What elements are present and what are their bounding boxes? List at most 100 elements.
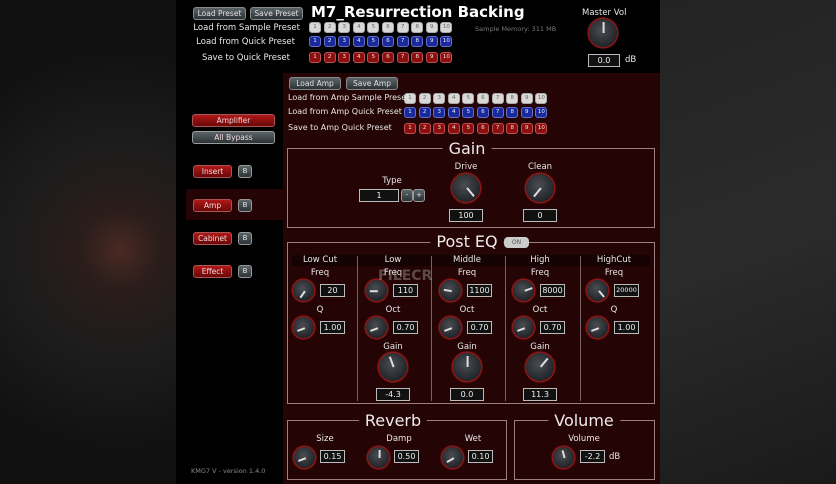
- amp-save-quick-preset-button-2[interactable]: 2: [418, 123, 431, 134]
- sidebar-item-cabinet[interactable]: Cabinet: [193, 232, 232, 245]
- middle-freq-value[interactable]: 1100: [467, 284, 492, 297]
- low-freq-value[interactable]: 110: [393, 284, 418, 297]
- quick-preset-button-2[interactable]: 2: [323, 36, 336, 47]
- high-gain-value[interactable]: 11.3: [523, 388, 557, 401]
- middle-gain-knob[interactable]: [453, 353, 481, 381]
- load-amp-button[interactable]: Load Amp: [289, 77, 341, 90]
- save-quick-preset-button-4[interactable]: 4: [352, 52, 365, 63]
- amp-save-quick-preset-button-7[interactable]: 7: [491, 123, 504, 134]
- amp-sample-preset-button-2[interactable]: 2: [418, 93, 431, 104]
- wet-value[interactable]: 0.10: [468, 450, 493, 463]
- save-quick-preset-button-10[interactable]: 10: [440, 52, 453, 63]
- amp-quick-preset-button-7[interactable]: 7: [491, 107, 504, 118]
- clean-knob[interactable]: [526, 174, 554, 202]
- amp-save-quick-preset-button-4[interactable]: 4: [447, 123, 460, 134]
- sample-preset-button-6[interactable]: 6: [382, 22, 394, 33]
- amp-quick-preset-button-1[interactable]: 1: [404, 107, 416, 118]
- sample-preset-button-3[interactable]: 3: [338, 22, 351, 33]
- amp-save-quick-preset-button-8[interactable]: 8: [506, 123, 519, 134]
- post-eq-toggle[interactable]: ON: [504, 237, 529, 248]
- amp-quick-preset-button-9[interactable]: 9: [520, 107, 533, 118]
- quick-preset-button-10[interactable]: 10: [440, 36, 453, 47]
- save-quick-preset-button-3[interactable]: 3: [338, 52, 351, 63]
- middle-q-knob[interactable]: [440, 317, 461, 338]
- save-quick-preset-button-9[interactable]: 9: [425, 52, 438, 63]
- volume-value[interactable]: -2.2: [580, 450, 605, 463]
- all-bypass-button[interactable]: All Bypass: [192, 131, 275, 144]
- amp-quick-preset-button-5[interactable]: 5: [462, 107, 475, 118]
- sidebar-item-insert[interactable]: Insert: [193, 165, 232, 178]
- middle-freq-knob[interactable]: [440, 280, 461, 301]
- amp-sample-preset-button-4[interactable]: 4: [447, 93, 460, 104]
- sidebar-item-amp[interactable]: Amp: [193, 199, 232, 212]
- damp-value[interactable]: 0.50: [394, 450, 419, 463]
- quick-preset-button-1[interactable]: 1: [309, 36, 321, 47]
- sample-preset-button-10[interactable]: 10: [440, 22, 453, 33]
- low-cut-q-value[interactable]: 1.00: [320, 321, 345, 334]
- sample-preset-button-8[interactable]: 8: [411, 22, 424, 33]
- save-quick-preset-button-1[interactable]: 1: [309, 52, 321, 63]
- sample-preset-button-7[interactable]: 7: [396, 22, 409, 33]
- highcut-q-knob[interactable]: [587, 317, 608, 338]
- load-preset-button[interactable]: Load Preset: [193, 7, 246, 20]
- size-value[interactable]: 0.15: [320, 450, 345, 463]
- quick-preset-button-4[interactable]: 4: [352, 36, 365, 47]
- amp-save-quick-preset-button-6[interactable]: 6: [477, 123, 489, 134]
- save-amp-button[interactable]: Save Amp: [346, 77, 398, 90]
- amp-sample-preset-button-5[interactable]: 5: [462, 93, 475, 104]
- amplifier-button[interactable]: Amplifier: [192, 114, 275, 127]
- quick-preset-button-9[interactable]: 9: [425, 36, 438, 47]
- sample-preset-button-1[interactable]: 1: [309, 22, 321, 33]
- amp-sample-preset-button-8[interactable]: 8: [506, 93, 519, 104]
- type-decrement-button[interactable]: -: [401, 189, 413, 202]
- master-vol-knob[interactable]: [589, 19, 617, 47]
- high-freq-knob[interactable]: [513, 280, 534, 301]
- high-gain-knob[interactable]: [526, 353, 554, 381]
- amp-quick-preset-button-6[interactable]: 6: [477, 107, 489, 118]
- amp-save-quick-preset-button-3[interactable]: 3: [433, 123, 446, 134]
- middle-gain-value[interactable]: 0.0: [450, 388, 484, 401]
- amp-bypass-button[interactable]: B: [238, 199, 252, 212]
- type-increment-button[interactable]: +: [413, 189, 425, 202]
- amp-sample-preset-button-3[interactable]: 3: [433, 93, 446, 104]
- amp-sample-preset-button-7[interactable]: 7: [491, 93, 504, 104]
- clean-value[interactable]: 0: [523, 209, 557, 222]
- amp-save-quick-preset-button-9[interactable]: 9: [520, 123, 533, 134]
- low-cut-q-knob[interactable]: [293, 317, 314, 338]
- volume-knob[interactable]: [553, 447, 574, 468]
- high-freq-value[interactable]: 8000: [540, 284, 565, 297]
- amp-sample-preset-button-6[interactable]: 6: [477, 93, 489, 104]
- quick-preset-button-6[interactable]: 6: [382, 36, 394, 47]
- quick-preset-button-8[interactable]: 8: [411, 36, 424, 47]
- drive-value[interactable]: 100: [449, 209, 483, 222]
- sample-preset-button-2[interactable]: 2: [323, 22, 336, 33]
- cabinet-bypass-button[interactable]: B: [238, 232, 252, 245]
- drive-knob[interactable]: [452, 174, 480, 202]
- amp-save-quick-preset-button-5[interactable]: 5: [462, 123, 475, 134]
- wet-knob[interactable]: [442, 447, 463, 468]
- size-knob[interactable]: [294, 447, 315, 468]
- low-q-value[interactable]: 0.70: [393, 321, 418, 334]
- amp-quick-preset-button-2[interactable]: 2: [418, 107, 431, 118]
- low-cut-freq-knob[interactable]: [293, 280, 314, 301]
- effect-bypass-button[interactable]: B: [238, 265, 252, 278]
- amp-quick-preset-button-3[interactable]: 3: [433, 107, 446, 118]
- amp-quick-preset-button-8[interactable]: 8: [506, 107, 519, 118]
- low-gain-knob[interactable]: [379, 353, 407, 381]
- save-preset-button[interactable]: Save Preset: [250, 7, 303, 20]
- save-quick-preset-button-2[interactable]: 2: [323, 52, 336, 63]
- low-gain-value[interactable]: -4.3: [376, 388, 410, 401]
- save-quick-preset-button-7[interactable]: 7: [396, 52, 409, 63]
- sample-preset-button-4[interactable]: 4: [352, 22, 365, 33]
- amp-quick-preset-button-10[interactable]: 10: [535, 107, 548, 118]
- amp-sample-preset-button-9[interactable]: 9: [520, 93, 533, 104]
- save-quick-preset-button-6[interactable]: 6: [382, 52, 394, 63]
- middle-q-value[interactable]: 0.70: [467, 321, 492, 334]
- insert-bypass-button[interactable]: B: [238, 165, 252, 178]
- highcut-freq-knob[interactable]: [587, 280, 608, 301]
- sample-preset-button-9[interactable]: 9: [425, 22, 438, 33]
- amp-save-quick-preset-button-10[interactable]: 10: [535, 123, 548, 134]
- amp-save-quick-preset-button-1[interactable]: 1: [404, 123, 416, 134]
- high-q-value[interactable]: 0.70: [540, 321, 565, 334]
- highcut-q-value[interactable]: 1.00: [614, 321, 639, 334]
